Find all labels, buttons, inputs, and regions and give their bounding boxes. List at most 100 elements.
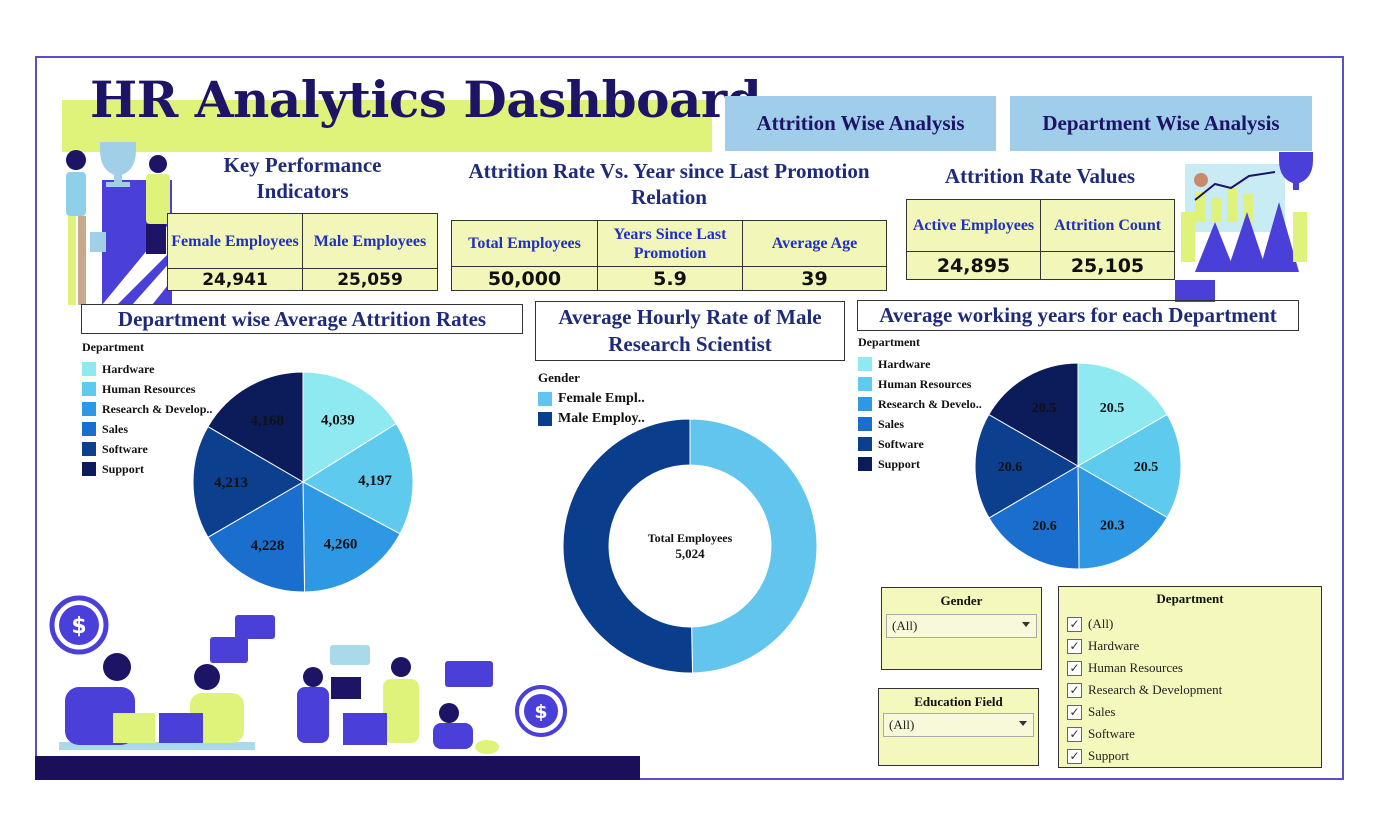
legend-swatch — [82, 362, 96, 376]
legend-swatch — [858, 457, 872, 471]
average-age-label: Average Age — [742, 220, 887, 267]
chart3-title: Average working years for each Departmen… — [857, 300, 1299, 331]
data-label: 20.5 — [1134, 460, 1159, 475]
checkbox[interactable]: ✓ — [1067, 616, 1082, 632]
legend-swatch — [538, 412, 552, 426]
gender-select-value: (All) — [892, 618, 918, 633]
legend-swatch — [538, 392, 552, 406]
legend-item-sales[interactable]: Sales — [858, 414, 982, 434]
chevron-down-icon[interactable] — [1022, 622, 1030, 627]
legend-swatch — [82, 402, 96, 416]
legend-item-research-develo[interactable]: Research & Develo.. — [858, 394, 982, 414]
chart3-legend-title: Department — [858, 335, 920, 349]
legend-label: Sales — [878, 416, 905, 431]
chart2-title: Average Hourly Rate of Male Research Sci… — [535, 301, 845, 361]
kpi-heading-line1: Key Performance — [223, 153, 382, 177]
legend-swatch — [82, 382, 96, 396]
gender-select[interactable]: (All) — [886, 614, 1037, 638]
checkbox[interactable]: ✓ — [1067, 748, 1082, 764]
department-filter: Department ✓ (All) ✓ Hardware ✓ Human Resourc… — [1058, 586, 1322, 768]
legend-label: Hardware — [878, 356, 931, 371]
legend-item-human-resources[interactable]: Human Resources — [858, 374, 982, 394]
attrition-wise-analysis-button[interactable]: Attrition Wise Analysis — [725, 96, 996, 151]
checkbox[interactable]: ✓ — [1067, 682, 1082, 698]
department-option-label: Sales — [1088, 704, 1116, 719]
analytics-presentation-illustration — [1175, 152, 1313, 302]
checkbox[interactable]: ✓ — [1067, 638, 1082, 654]
education-field-filter: Education Field (All) — [878, 688, 1039, 766]
male-employees-label: Male Employees — [302, 213, 438, 269]
legend-item-female-empl[interactable]: Female Empl.. — [538, 389, 645, 409]
svg-text:$: $ — [534, 701, 547, 723]
legend-swatch — [82, 422, 96, 436]
checkbox[interactable]: ✓ — [1067, 660, 1082, 676]
data-label: 20.6 — [1032, 519, 1057, 534]
data-label: 20.5 — [1032, 401, 1057, 416]
legend-swatch — [858, 377, 872, 391]
attrition-values-table: Active Employees Attrition Count 24,895 … — [906, 199, 1175, 280]
department-option-support[interactable]: ✓ Support — [1067, 745, 1321, 767]
legend-item-hardware[interactable]: Hardware — [858, 354, 982, 374]
department-option-human-resources[interactable]: ✓ Human Resources — [1067, 657, 1321, 679]
legend-label: Support — [878, 456, 921, 471]
department-filter-title: Department — [1156, 591, 1224, 606]
data-label: 4,228 — [251, 538, 285, 554]
kpi-heading-line2: Indicators — [256, 179, 349, 203]
department-option-all[interactable]: ✓ (All) — [1067, 613, 1321, 635]
chart2-legend-title: Gender — [538, 370, 580, 385]
promotion-table: Total Employees Years Since Last Promoti… — [451, 220, 887, 291]
data-label: 4,168 — [250, 413, 284, 429]
attrition-count-label: Attrition Count — [1040, 199, 1175, 252]
legend-label: Hardware — [102, 361, 155, 376]
team-meeting-illustration: $ — [49, 595, 499, 754]
data-label: 20.5 — [1100, 401, 1125, 416]
legend-swatch — [858, 397, 872, 411]
promotion-heading-line1: Attrition Rate Vs. Year since Last Promo… — [468, 159, 870, 183]
legend-label: Female Empl.. — [558, 391, 645, 406]
checkbox[interactable]: ✓ — [1067, 726, 1082, 742]
checkbox[interactable]: ✓ — [1067, 704, 1082, 720]
kpi-heading: Key Performance Indicators — [190, 152, 415, 204]
department-option-research-development[interactable]: ✓ Research & Development — [1067, 679, 1321, 701]
female-employees-label: Female Employees — [167, 213, 303, 269]
department-option-label: Software — [1088, 726, 1135, 741]
data-label: 4,197 — [358, 473, 392, 489]
attrition-values-heading: Attrition Rate Values — [944, 164, 1136, 188]
department-option-label: Research & Development — [1088, 682, 1223, 697]
business-handshake-illustration — [66, 142, 172, 305]
department-option-label: Hardware — [1088, 638, 1140, 653]
donut-center-value: 5,024 — [675, 546, 705, 561]
legend-label: Human Resources — [878, 376, 972, 391]
legend-item-support[interactable]: Support — [858, 454, 982, 474]
legend-label: Human Resources — [102, 381, 196, 396]
chevron-down-icon[interactable] — [1019, 721, 1027, 726]
female-employees-value: 24,941 — [167, 268, 303, 291]
legend-swatch — [858, 357, 872, 371]
pie-slice-male-employ[interactable] — [562, 418, 694, 674]
chart1-pie: 4,039 4,197 4,260 4,228 4,213 4,168 — [192, 371, 414, 593]
total-employees-label: Total Employees — [451, 220, 598, 267]
legend-label: Support — [102, 461, 145, 476]
legend-label: Software — [878, 436, 924, 451]
legend-label: Sales — [102, 421, 129, 436]
data-label: 20.6 — [998, 460, 1023, 475]
gender-filter: Gender (All) — [881, 587, 1042, 670]
legend-swatch — [858, 417, 872, 431]
legend-item-software[interactable]: Software — [858, 434, 982, 454]
chart2-donut: Total Employees5,024 — [562, 418, 818, 674]
active-employees-value: 24,895 — [906, 251, 1041, 280]
data-label: 4,213 — [214, 475, 248, 491]
education-select-value: (All) — [889, 717, 915, 732]
male-employees-value: 25,059 — [302, 268, 438, 291]
promotion-heading-line2: Relation — [631, 185, 707, 209]
chart1-legend-title: Department — [82, 340, 144, 354]
pie-slice-female-empl[interactable] — [689, 418, 818, 674]
department-wise-analysis-button[interactable]: Department Wise Analysis — [1010, 96, 1312, 151]
attrition-count-value: 25,105 — [1040, 251, 1175, 280]
active-employees-label: Active Employees — [906, 199, 1041, 252]
department-option-sales[interactable]: ✓ Sales — [1067, 701, 1321, 723]
department-option-software[interactable]: ✓ Software — [1067, 723, 1321, 745]
education-select[interactable]: (All) — [883, 713, 1034, 737]
chart3-pie: 20.5 20.5 20.3 20.6 20.6 20.5 — [974, 362, 1182, 570]
department-option-hardware[interactable]: ✓ Hardware — [1067, 635, 1321, 657]
